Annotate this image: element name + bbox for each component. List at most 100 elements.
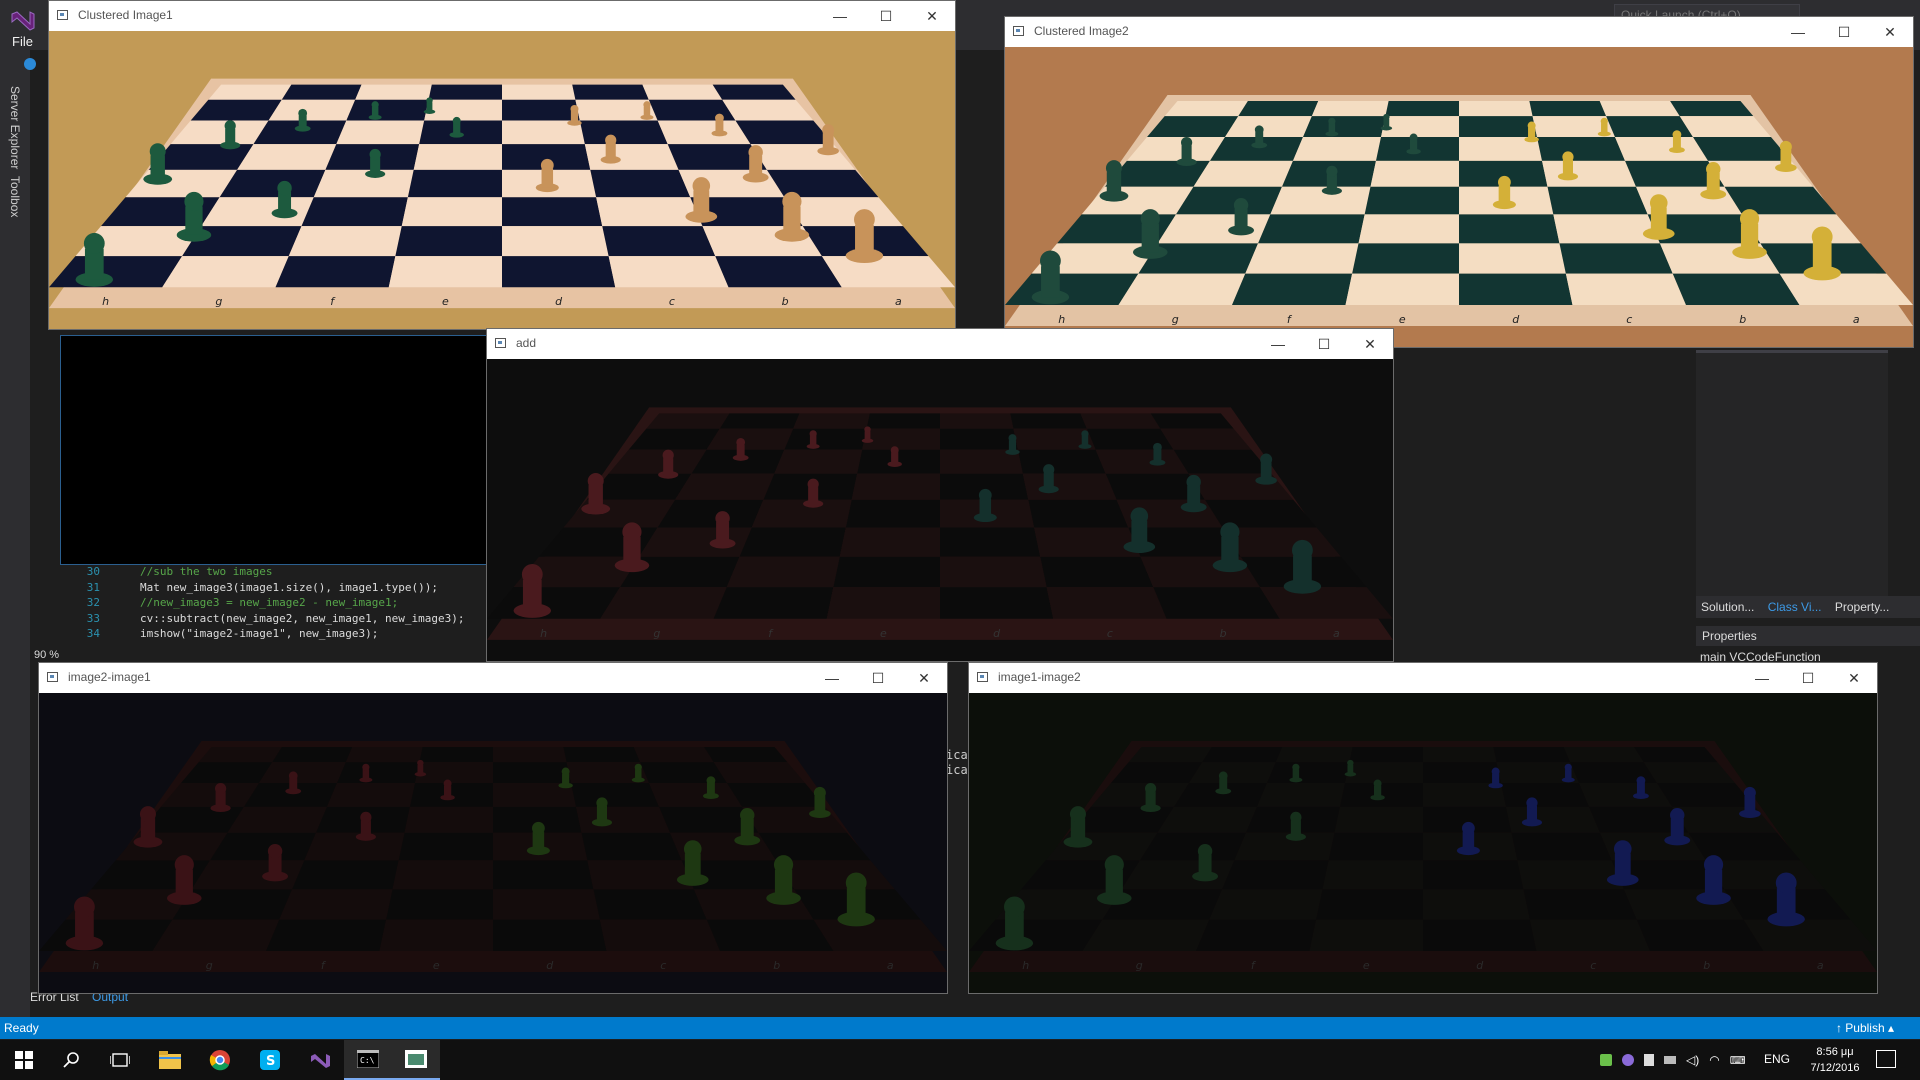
right-panel-tabs: Solution... Class Vi... Property... [1696,596,1920,618]
maximize-button[interactable]: ☐ [1821,17,1867,47]
window-title: Clustered Image2 [1034,24,1129,38]
minimize-button[interactable]: — [1739,663,1785,693]
close-button[interactable]: ✕ [1831,663,1877,693]
properties-header: Properties [1696,626,1920,646]
start-icon[interactable] [0,1040,48,1080]
minimize-button[interactable]: — [809,663,855,693]
window-clustered-image1[interactable]: Clustered Image1 — ☐ ✕ hgfedcba [48,0,956,330]
svg-text:e: e [442,295,449,308]
toolbox-tab[interactable]: Toolbox [8,176,22,217]
tab-class-view[interactable]: Class Vi... [1763,596,1827,618]
volume-icon[interactable]: ◁) [1686,1053,1699,1067]
close-button[interactable]: ✕ [901,663,947,693]
clustered-image1-view: hgfedcba [49,31,955,329]
windows-taskbar: S C:\ ◁) ◠ ⌨ ENG 8:56 μμ 7/12/2016 [0,1040,1920,1080]
svg-text:b: b [1739,313,1746,326]
svg-text:d: d [555,295,563,308]
window-title-bar[interactable]: image2-image1 — ☐ ✕ [39,663,947,693]
app-icon [977,672,988,682]
code-line: 33 cv::subtract(new_image2, new_image1, n… [86,611,465,625]
chessboard-image: hgfedcba [39,693,947,993]
svg-text:c: c [1107,627,1113,640]
visual-studio-logo-icon [11,11,35,31]
svg-text:d: d [1512,313,1520,326]
svg-text:h: h [1022,959,1029,972]
clustered-image2-view: hgfedcba [1005,47,1913,347]
svg-text:h: h [92,959,99,972]
svg-text:C:\: C:\ [360,1056,375,1065]
svg-text:a: a [1853,313,1860,326]
svg-text:g: g [1172,313,1179,326]
close-button[interactable]: ✕ [1347,329,1393,359]
clock[interactable]: 8:56 μμ 7/12/2016 [1800,1044,1870,1076]
tray-network-icon[interactable] [1664,1056,1676,1064]
wifi-icon[interactable]: ◠ [1709,1053,1719,1067]
minimize-button[interactable]: — [1775,17,1821,47]
app-icon [47,672,58,682]
visual-studio-icon[interactable] [296,1040,344,1080]
system-tray: ◁) ◠ ⌨ [1600,1052,1750,1068]
svg-text:b: b [1703,959,1710,972]
skype-icon[interactable]: S [246,1040,294,1080]
svg-text:a: a [895,295,902,308]
window-clustered-image2[interactable]: Clustered Image2 — ☐ ✕ hgfedcba [1004,16,1914,348]
search-icon[interactable] [48,1040,96,1080]
maximize-button[interactable]: ☐ [1785,663,1831,693]
server-explorer-tab[interactable]: Server Explorer [8,86,22,169]
code-line: 34 imshow("image2-image1", new_image3); [86,627,379,640]
code-editor[interactable]: 30//sub the two images 31 Mat new_image3(… [60,565,490,653]
svg-text:S: S [266,1054,275,1069]
task-view-icon[interactable] [96,1040,144,1080]
svg-text:g: g [215,295,222,308]
app-icon [495,338,506,348]
tab-property[interactable]: Property... [1830,596,1894,618]
tab-solution[interactable]: Solution... [1696,596,1759,618]
svg-text:h: h [102,295,109,308]
window-title-bar[interactable]: Clustered Image2 — ☐ ✕ [1005,17,1913,47]
file-explorer-icon[interactable] [146,1040,194,1080]
window-title: Clustered Image1 [78,8,173,22]
zoom-level[interactable]: 90 % [34,649,59,661]
svg-text:d: d [1476,959,1484,972]
navigate-back-icon[interactable] [24,58,36,70]
image-viewer-icon[interactable] [392,1040,440,1080]
tray-shield-icon[interactable] [1644,1054,1654,1066]
window-title-bar[interactable]: image1-image2 — ☐ ✕ [969,663,1877,693]
language-indicator[interactable]: ENG [1764,1052,1790,1066]
menu-file[interactable]: File [12,34,33,49]
svg-text:b: b [1220,627,1227,640]
image2-minus-image1-view: hgfedcba [39,693,947,993]
console-icon[interactable]: C:\ [344,1040,392,1080]
code-line: 30//sub the two images [86,565,273,578]
window-title-bar[interactable]: add — ☐ ✕ [487,329,1393,359]
chrome-icon[interactable] [196,1040,244,1080]
window-image2-minus-image1[interactable]: image2-image1 — ☐ ✕ hgfedcba [38,662,948,994]
maximize-button[interactable]: ☐ [863,1,909,31]
image1-minus-image2-view: hgfedcba [969,693,1877,993]
svg-text:c: c [660,959,666,972]
svg-text:e: e [1399,313,1406,326]
window-add[interactable]: add — ☐ ✕ hgfedcba [486,328,1394,662]
svg-text:g: g [653,627,660,640]
chessboard-image: hgfedcba [49,31,955,329]
svg-text:c: c [669,295,675,308]
publish-button[interactable]: ↑ Publish ▴ [1836,1017,1894,1039]
minimize-button[interactable]: — [817,1,863,31]
close-button[interactable]: ✕ [1867,17,1913,47]
right-tool-panel [1696,350,1888,603]
svg-text:g: g [1136,959,1143,972]
svg-text:a: a [887,959,894,972]
svg-text:d: d [993,627,1001,640]
maximize-button[interactable]: ☐ [855,663,901,693]
window-title-bar[interactable]: Clustered Image1 — ☐ ✕ [49,1,955,31]
chessboard-image: hgfedcba [487,359,1393,661]
notifications-icon[interactable] [1876,1050,1896,1068]
maximize-button[interactable]: ☐ [1301,329,1347,359]
tray-app-icon[interactable] [1600,1054,1612,1066]
close-button[interactable]: ✕ [909,1,955,31]
tray-defender-icon[interactable] [1622,1054,1634,1066]
code-line: 32//new_image3 = new_image2 - new_image1… [86,596,399,609]
keyboard-icon[interactable]: ⌨ [1730,1054,1746,1067]
window-image1-minus-image2[interactable]: image1-image2 — ☐ ✕ hgfedcba [968,662,1878,994]
minimize-button[interactable]: — [1255,329,1301,359]
